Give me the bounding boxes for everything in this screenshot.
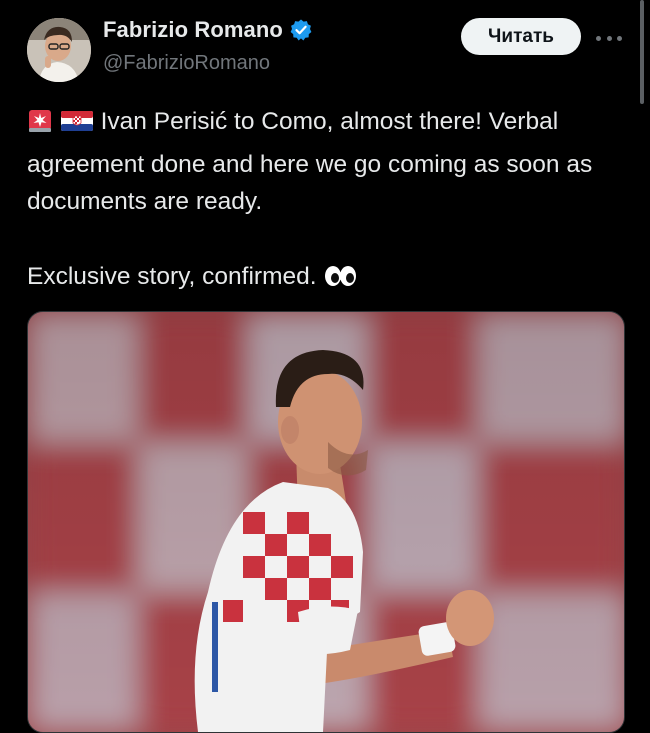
dot [606, 35, 612, 41]
avatar[interactable] [27, 18, 91, 82]
author-name[interactable]: Fabrizio Romano [103, 17, 313, 43]
tweet-text-line-2: Exclusive story, confirmed. [27, 262, 324, 290]
verified-badge-icon [290, 19, 312, 41]
scrollbar[interactable] [640, 0, 644, 104]
author-name-text: Fabrizio Romano [103, 17, 283, 42]
rotating-light-emoji [27, 108, 53, 146]
eyes-emoji [323, 263, 357, 301]
avatar-photo-icon [27, 18, 91, 82]
tweet-header: Fabrizio Romano @FabrizioRomano Читать [0, 0, 650, 104]
croatia-flag-emoji [60, 108, 94, 146]
player-photo [28, 312, 624, 732]
dot [596, 35, 601, 41]
tweet-body: Ivan Perisić to Como, almost there! Verb… [27, 103, 627, 300]
tweet-text-line-1: Ivan Perisić to Como, almost there! Verb… [27, 108, 593, 215]
tweet-paragraph-2: Exclusive story, confirmed. [27, 258, 627, 301]
tweet-paragraph-1: Ivan Perisić to Como, almost there! Verb… [27, 103, 627, 221]
more-horizontal-icon[interactable] [596, 28, 622, 48]
dot [617, 35, 622, 41]
tweet-media-photo[interactable] [27, 311, 625, 733]
follow-button[interactable]: Читать [461, 18, 581, 55]
author-handle[interactable]: @FabrizioRomano [103, 52, 270, 75]
